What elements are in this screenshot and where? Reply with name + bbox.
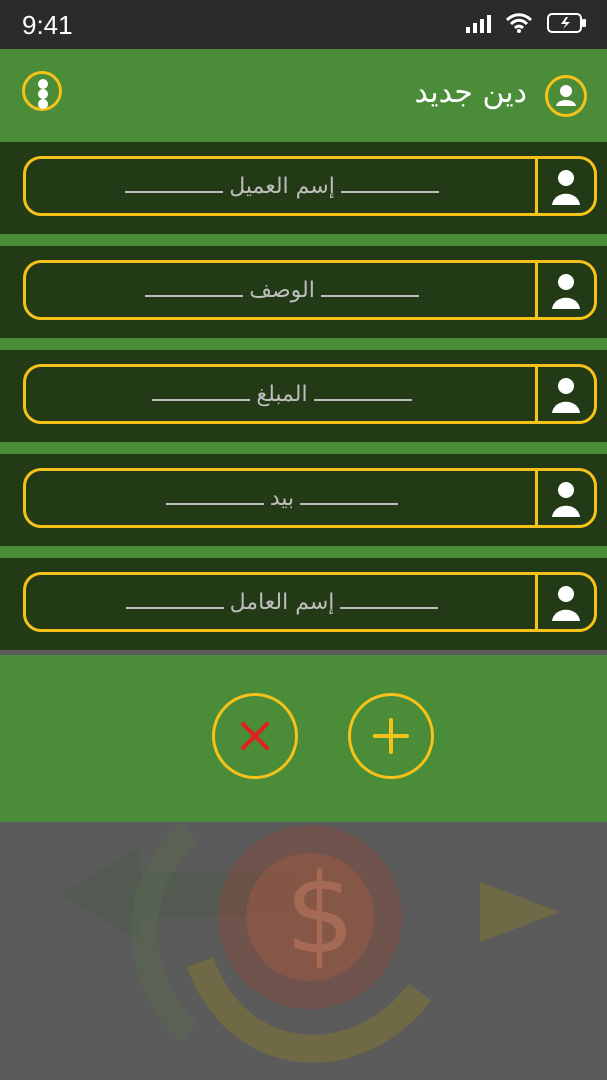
money-circle-illustration: $ [60,822,560,1063]
field-placeholder: إسم العامل [96,575,468,629]
amount-field[interactable]: المبلغ [23,364,597,424]
separator [0,234,607,246]
form-area: إسم العميل الوصف المبلغ بيد إسم العامل [0,142,607,655]
field-label: بيد [269,485,295,511]
user-icon [556,85,576,106]
plus-icon [373,718,409,754]
field-divider [535,159,538,213]
background-illustration: $ [0,822,607,1080]
field-divider [535,263,538,317]
decor-line [165,503,264,505]
action-bar [0,655,607,822]
description-field[interactable]: الوصف [23,260,597,320]
close-icon [241,722,269,750]
separator [0,442,607,454]
user-icon [552,170,580,205]
field-label: المبلغ [256,381,308,407]
user-icon [552,586,580,621]
decor-line [152,399,251,401]
menu-dot [38,99,48,109]
form-row: الوصف [0,246,607,338]
user-icon [552,274,580,309]
customer-name-field[interactable]: إسم العميل [23,156,597,216]
status-bar: 9:41 [0,0,607,49]
status-icons [465,12,587,38]
form-row: إسم العميل [0,142,607,234]
decor-line [320,295,419,297]
decor-line [145,295,244,297]
add-button[interactable] [348,693,434,779]
decor-line [125,191,224,193]
by-hand-field[interactable]: بيد [23,468,597,528]
user-icon [552,482,580,517]
field-placeholder: الوصف [96,263,468,317]
separator [0,338,607,350]
signal-icon [465,13,491,37]
menu-dot [38,79,48,89]
cancel-button[interactable] [212,693,298,779]
status-time: 9:41 [22,10,73,40]
menu-dot [38,89,48,99]
decor-line [125,607,224,609]
form-row: إسم العامل [0,558,607,650]
svg-text:$: $ [285,850,355,978]
user-icon [552,378,580,413]
profile-button[interactable] [545,75,587,117]
field-label: الوصف [249,277,315,303]
decor-line [340,191,439,193]
field-placeholder: إسم العميل [96,159,468,213]
page-title: دين جديد [414,75,527,110]
field-divider [535,575,538,629]
field-label: إسم العميل [229,173,335,199]
field-placeholder: المبلغ [96,367,468,421]
overflow-menu-button[interactable] [22,71,62,111]
field-divider [535,471,538,525]
field-placeholder: بيد [96,471,468,525]
worker-name-field[interactable]: إسم العامل [23,572,597,632]
app-bar: دين جديد [0,49,607,142]
separator [0,546,607,558]
field-label: إسم العامل [229,589,335,615]
wifi-icon [505,12,533,38]
decor-line [313,399,412,401]
decor-line [340,607,439,609]
decor-line [300,503,399,505]
form-row: بيد [0,454,607,546]
battery-icon [547,12,587,38]
form-row: المبلغ [0,350,607,442]
field-divider [535,367,538,421]
